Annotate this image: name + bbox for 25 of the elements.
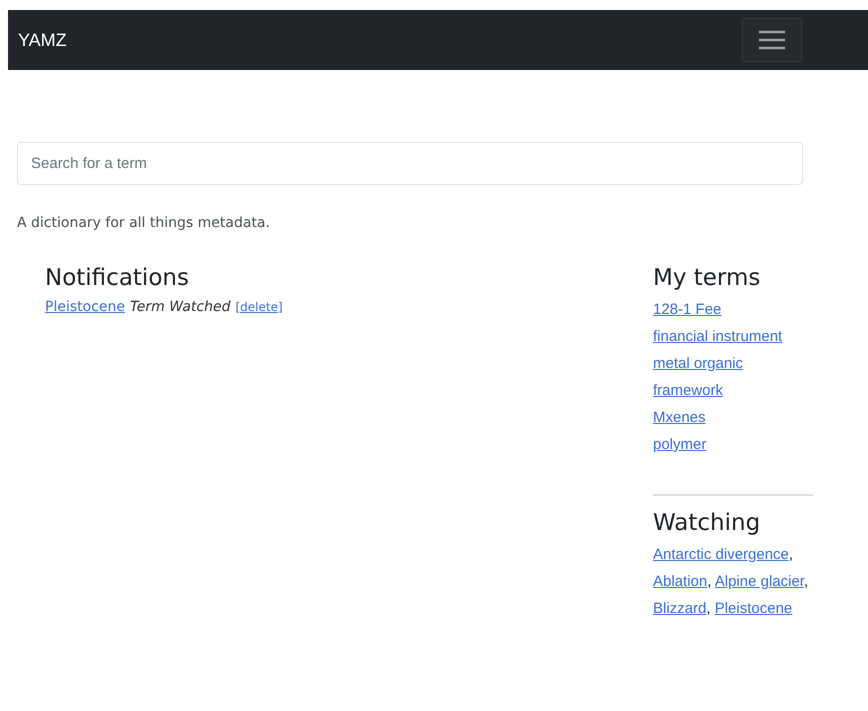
tagline: A dictionary for all things metadata. [17, 215, 270, 231]
section-heading: Notifications [45, 265, 189, 291]
separator: , [706, 600, 711, 617]
menu-icon [757, 28, 787, 52]
separator: , [788, 546, 794, 563]
section-heading: My terms [653, 265, 760, 292]
menu-button[interactable] [742, 18, 802, 62]
term-link[interactable]: financial instrument [653, 323, 782, 350]
term-link[interactable]: 128-1 Fee [653, 296, 722, 323]
term-link[interactable]: Pleistocene [45, 299, 125, 315]
search-field[interactable]: Search for a term [17, 142, 803, 185]
term-link[interactable]: polymer [653, 431, 706, 458]
notification-text: Term Watched [130, 299, 230, 315]
separator: , [804, 573, 808, 590]
term-link[interactable]: Alpine glacier [714, 573, 804, 590]
term-link[interactable]: Pleistocene [714, 600, 792, 617]
term-link[interactable]: Antarctic divergence [653, 546, 789, 563]
term-link[interactable]: metal organic framework [653, 350, 815, 404]
brand-title[interactable]: YAMZ [18, 30, 67, 50]
delete-link[interactable]: [delete] [235, 300, 283, 314]
term-link[interactable]: Blizzard [653, 600, 706, 617]
section-heading: Watching [653, 510, 760, 537]
term-link[interactable]: Mxenes [653, 404, 706, 431]
separator: , [707, 573, 712, 590]
term-link[interactable]: Ablation [653, 573, 708, 590]
